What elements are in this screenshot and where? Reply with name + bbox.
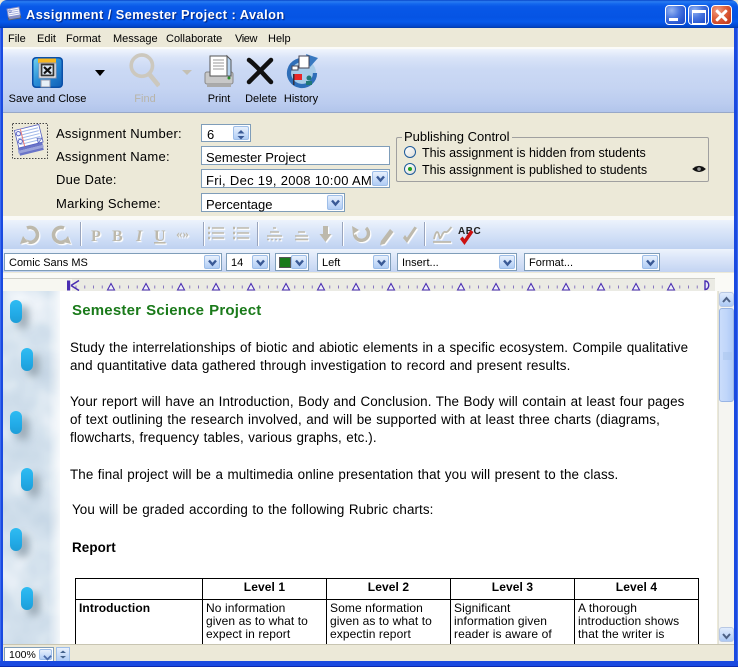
svg-text:P: P (91, 228, 101, 245)
svg-text:I: I (135, 228, 143, 245)
svg-text:U: U (154, 228, 166, 245)
svg-text:B: B (112, 228, 123, 245)
svg-text:«»: «» (176, 226, 189, 241)
